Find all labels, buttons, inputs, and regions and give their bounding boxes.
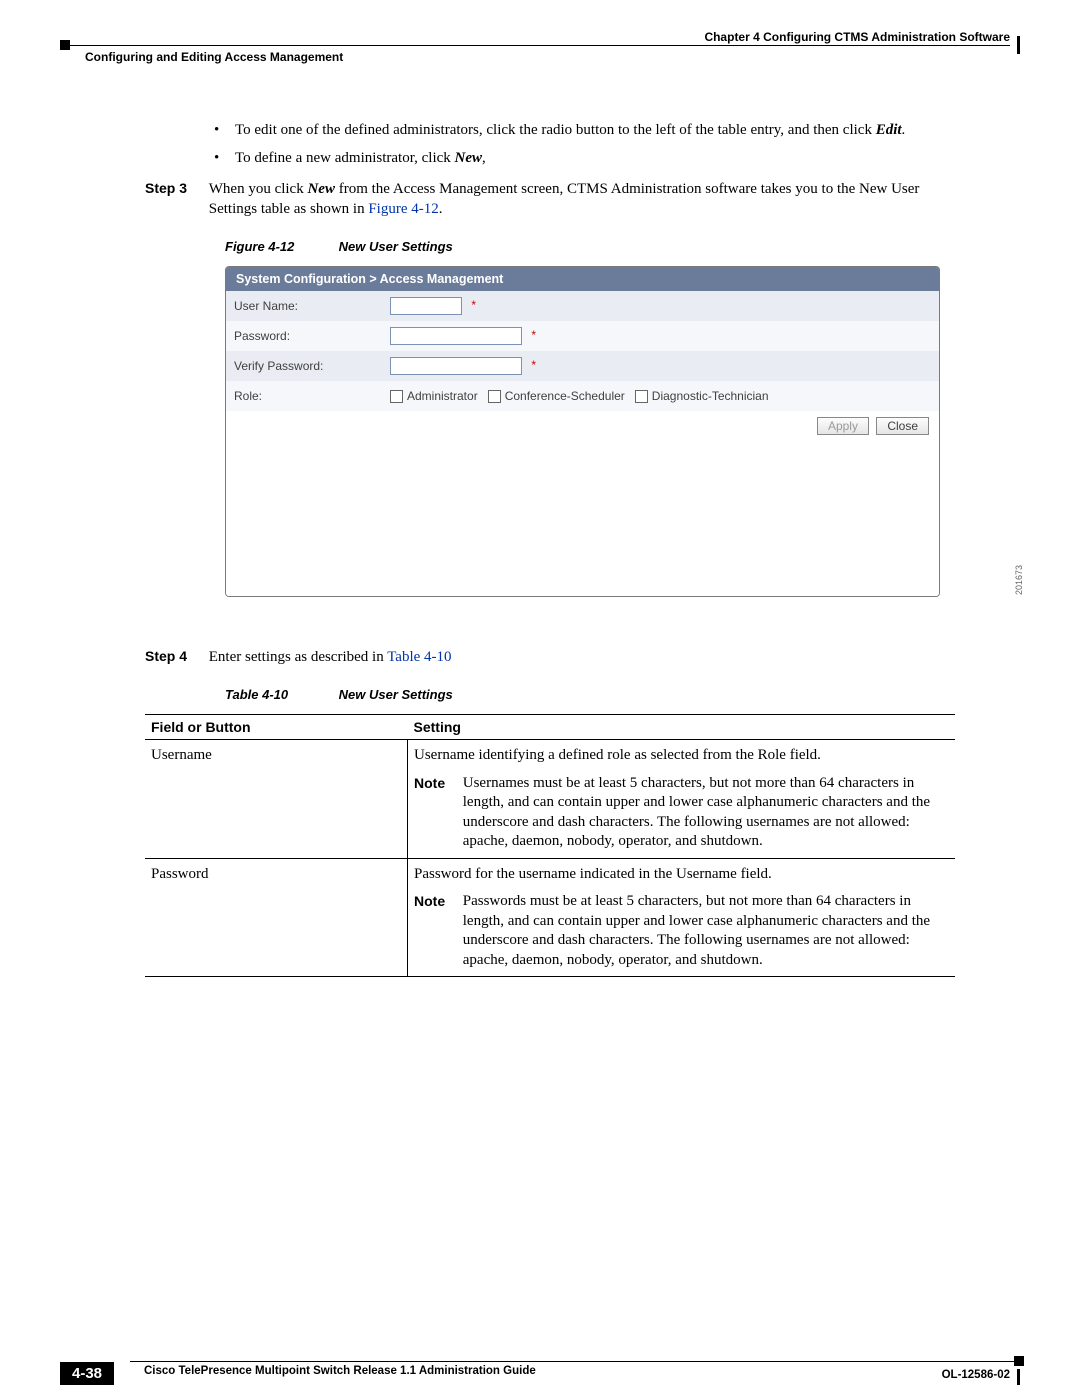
footer-ornament-right: [1017, 1369, 1020, 1385]
footer-rule: [130, 1361, 1020, 1362]
settings-table: Field or Button Setting Username Usernam…: [145, 714, 955, 977]
table-row: Password Password for the username indic…: [145, 858, 955, 977]
checkbox-administrator[interactable]: [390, 390, 403, 403]
close-button[interactable]: Close: [876, 417, 929, 435]
running-header: Chapter 4 Configuring CTMS Administratio…: [60, 30, 1020, 70]
col-setting: Setting: [408, 715, 956, 740]
header-ornament-right: [1017, 36, 1020, 54]
bullet-item: To define a new administrator, click New…: [210, 148, 1010, 168]
checkbox-diagnostic-technician[interactable]: [635, 390, 648, 403]
username-label: User Name:: [226, 291, 382, 321]
figure-id-side: 201673: [1014, 565, 1024, 595]
step-label: Step 4: [145, 647, 205, 666]
screenshot-title: System Configuration > Access Management: [226, 267, 939, 291]
role-options: Administrator Conference-Scheduler Diagn…: [382, 381, 939, 411]
page: Chapter 4 Configuring CTMS Administratio…: [0, 0, 1080, 1397]
page-number: 4-38: [60, 1362, 114, 1385]
required-icon: *: [471, 298, 476, 312]
button-row: Apply Close: [226, 411, 939, 441]
doc-id: OL-12586-02: [942, 1369, 1010, 1381]
role-label: Role:: [226, 381, 382, 411]
figure-4-12: System Configuration > Access Management…: [70, 266, 1010, 597]
cell-field: Username: [145, 740, 408, 859]
required-icon: *: [531, 358, 536, 372]
cell-setting: Username identifying a defined role as s…: [408, 740, 956, 859]
cell-setting: Password for the username indicated in t…: [408, 858, 956, 977]
verify-password-label: Verify Password:: [226, 351, 382, 381]
bullet-item: To edit one of the defined administrator…: [210, 120, 1010, 140]
step-text: When you click New from the Access Manag…: [209, 179, 949, 220]
col-field: Field or Button: [145, 715, 408, 740]
password-label: Password:: [226, 321, 382, 351]
password-input[interactable]: [390, 327, 522, 345]
step-text: Enter settings as described in Table 4-1…: [209, 647, 949, 667]
bullet-list: To edit one of the defined administrator…: [210, 120, 1010, 169]
header-rule: [70, 45, 1010, 46]
step-3: Step 3 When you click New from the Acces…: [145, 179, 1010, 220]
cell-field: Password: [145, 858, 408, 977]
note: Note Passwords must be at least 5 charac…: [414, 892, 949, 970]
step-4: Step 4 Enter settings as described in Ta…: [145, 647, 1010, 667]
header-ornament-left: [60, 40, 70, 50]
body: To edit one of the defined administrator…: [70, 120, 1010, 977]
table-row: Username Username identifying a defined …: [145, 740, 955, 859]
screenshot-empty-area: [226, 441, 939, 596]
header-chapter: Chapter 4 Configuring CTMS Administratio…: [704, 30, 1010, 44]
username-input[interactable]: [390, 297, 462, 315]
footer-ornament-top-right: [1014, 1356, 1024, 1366]
required-icon: *: [531, 328, 536, 342]
table-caption: Table 4-10 New User Settings: [225, 687, 1010, 702]
footer-guide-title: Cisco TelePresence Multipoint Switch Rel…: [140, 1365, 540, 1377]
screenshot: System Configuration > Access Management…: [225, 266, 940, 597]
xref-table[interactable]: Table 4-10: [387, 649, 451, 665]
note: Note Usernames must be at least 5 charac…: [414, 774, 949, 852]
step-label: Step 3: [145, 179, 205, 198]
form-table: User Name: * Password: *: [226, 291, 939, 411]
figure-caption: Figure 4-12 New User Settings: [225, 239, 1010, 254]
verify-password-input[interactable]: [390, 357, 522, 375]
xref-figure[interactable]: Figure 4-12: [368, 201, 438, 217]
apply-button[interactable]: Apply: [817, 417, 869, 435]
checkbox-conference-scheduler[interactable]: [488, 390, 501, 403]
running-footer: Cisco TelePresence Multipoint Switch Rel…: [60, 1361, 1020, 1379]
header-section: Configuring and Editing Access Managemen…: [85, 50, 343, 64]
